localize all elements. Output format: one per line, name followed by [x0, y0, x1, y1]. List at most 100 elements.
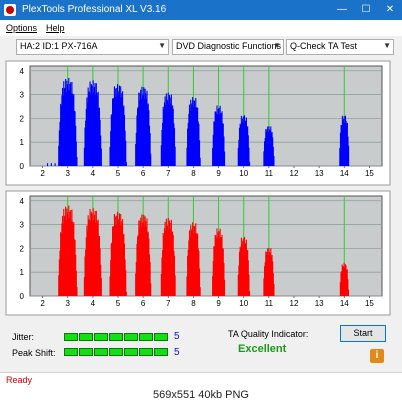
bottom-chart-x-tick-label: 10 — [239, 299, 248, 308]
top-chart-y-tick-label: 2 — [20, 114, 25, 123]
bottom-chart-x-tick-label: 9 — [216, 299, 221, 308]
bottom-chart-peak-bar — [347, 289, 350, 296]
top-chart-x-tick-label: 10 — [239, 169, 248, 178]
bottom-chart-y-tick-label: 1 — [20, 268, 25, 277]
bottom-chart-peak-bar — [199, 287, 201, 296]
peak-shift-bar — [64, 348, 170, 356]
peak-shift-label: Peak Shift: — [12, 348, 56, 358]
top-chart-x-tick-label: 11 — [265, 169, 274, 178]
drive-select-value: HA:2 ID:1 PX-716A — [20, 41, 98, 51]
function-select[interactable]: DVD Diagnostic Functions ▼ — [172, 39, 284, 55]
bottom-chart-y-tick-label: 0 — [20, 292, 25, 301]
top-chart-x-tick-label: 7 — [166, 169, 171, 178]
bottom-chart-peak-bar — [273, 283, 275, 296]
test-select-value: Q-Check TA Test — [290, 41, 358, 51]
app-icon — [4, 4, 16, 16]
top-chart-peak-bar — [249, 161, 251, 166]
peak-shift-value: 5 — [174, 347, 180, 358]
bottom-chart-x-tick-label: 15 — [365, 299, 374, 308]
bottom-chart-x-tick-label: 4 — [91, 299, 96, 308]
close-button[interactable]: ✕ — [378, 0, 402, 20]
bottom-chart-y-tick-label: 3 — [20, 221, 25, 230]
top-chart-noise-bar — [58, 163, 60, 166]
bottom-chart-peak-bar — [174, 275, 176, 296]
top-chart-x-tick-label: 13 — [315, 169, 324, 178]
chevron-down-icon: ▼ — [273, 41, 281, 50]
top-chart-x-tick-label: 3 — [65, 169, 70, 178]
stats-panel: Jitter: 5 Peak Shift: 5 TA Quality Indic… — [0, 320, 402, 372]
top-chart-x-tick-label: 4 — [91, 169, 96, 178]
bottom-chart-peak-bar — [100, 277, 102, 296]
function-select-value: DVD Diagnostic Functions — [176, 41, 282, 51]
menu-help[interactable]: Help — [46, 23, 65, 33]
bottom-chart-x-tick-label: 12 — [290, 299, 299, 308]
chevron-down-icon: ▼ — [158, 41, 166, 50]
top-chart-noise-bar — [60, 163, 62, 166]
bottom-chart-peak-bar — [76, 286, 78, 296]
status-bar: Ready — [0, 372, 402, 387]
bottom-chart-peak-bar — [224, 279, 226, 296]
top-chart-x-tick-label: 5 — [116, 169, 121, 178]
menu-bar: Options Help — [0, 20, 402, 36]
top-chart-peak-bar — [100, 148, 102, 166]
bottom-chart-peak-bar — [249, 291, 251, 296]
info-button[interactable]: i — [370, 349, 384, 363]
top-chart-noise-bar — [54, 163, 56, 166]
top-chart-noise-bar — [50, 163, 52, 166]
jitter-label: Jitter: — [12, 332, 35, 342]
bottom-chart-x-tick-label: 3 — [65, 299, 70, 308]
chevron-down-icon: ▼ — [383, 41, 391, 50]
drive-select[interactable]: HA:2 ID:1 PX-716A ▼ — [16, 39, 169, 55]
bottom-chart-peak-bar — [150, 283, 152, 296]
bottom-chart-x-tick-label: 6 — [141, 299, 146, 308]
top-chart-x-tick-label: 15 — [365, 169, 374, 178]
bottom-chart-plot-area — [29, 195, 383, 297]
top-chart-x-tick-label: 8 — [191, 169, 196, 178]
bottom-chart-x-tick-label: 11 — [265, 299, 274, 308]
top-chart-x-tick-label: 6 — [141, 169, 146, 178]
menu-options[interactable]: Options — [6, 23, 37, 33]
top-chart-x-tick-label: 9 — [216, 169, 221, 178]
top-chart-x-tick-label: 14 — [340, 169, 349, 178]
jitter-bar — [64, 333, 170, 341]
window-title: PlexTools Professional XL V3.16 — [22, 4, 167, 15]
top-chart-peak-bar — [125, 161, 127, 166]
bottom-chart-x-tick-label: 14 — [340, 299, 349, 308]
bottom-chart-x-tick-label: 7 — [166, 299, 171, 308]
top-chart-noise-bar — [47, 163, 49, 166]
minimize-button[interactable]: — — [330, 0, 354, 20]
top-chart-peak-bar — [199, 157, 201, 166]
top-chart-peak-bar — [348, 145, 350, 166]
image-caption: 569x551 40kb PNG — [0, 387, 402, 404]
top-chart-x-tick-label: 12 — [290, 169, 299, 178]
title-bar: PlexTools Professional XL V3.16 — ☐ ✕ — [0, 0, 402, 20]
top-chart-x-tick-label: 2 — [40, 169, 45, 178]
chart-bottom: 432102 3 4 5 6 7 8 9 10 11 12 13 14 15 — [5, 190, 391, 316]
bottom-chart-y-tick-label: 4 — [20, 197, 25, 206]
top-chart-peak-bar — [224, 151, 226, 166]
top-chart-peak-bar — [174, 146, 176, 166]
jitter-value: 5 — [174, 331, 180, 342]
bottom-chart-x-tick-label: 13 — [315, 299, 324, 308]
bottom-chart-y-tick-label: 2 — [20, 244, 25, 253]
top-chart-y-tick-label: 0 — [20, 162, 25, 171]
status-text: Ready — [6, 375, 33, 385]
top-chart-peak-bar — [76, 157, 78, 166]
toolbar: HA:2 ID:1 PX-716A ▼ DVD Diagnostic Funct… — [0, 36, 402, 58]
info-icon: i — [375, 350, 379, 361]
bottom-chart-peak-bar — [125, 291, 127, 296]
top-chart-peak-bar — [273, 156, 275, 166]
top-chart-y-tick-label: 4 — [20, 67, 25, 76]
top-chart-y-tick-label: 1 — [20, 138, 25, 147]
test-select[interactable]: Q-Check TA Test ▼ — [286, 39, 394, 55]
chart-top: 432102 3 4 5 6 7 8 9 10 11 12 13 14 15 — [5, 60, 391, 186]
maximize-button[interactable]: ☐ — [354, 0, 378, 20]
top-chart-y-tick-label: 3 — [20, 91, 25, 100]
bottom-chart-x-tick-label: 2 — [40, 299, 45, 308]
ta-quality-value: Excellent — [238, 343, 287, 355]
bottom-chart-x-tick-label: 5 — [116, 299, 121, 308]
ta-quality-label: TA Quality Indicator: — [228, 329, 309, 339]
start-button[interactable]: Start — [340, 325, 386, 342]
top-chart-peak-bar — [150, 153, 152, 166]
bottom-chart-x-tick-label: 8 — [191, 299, 196, 308]
